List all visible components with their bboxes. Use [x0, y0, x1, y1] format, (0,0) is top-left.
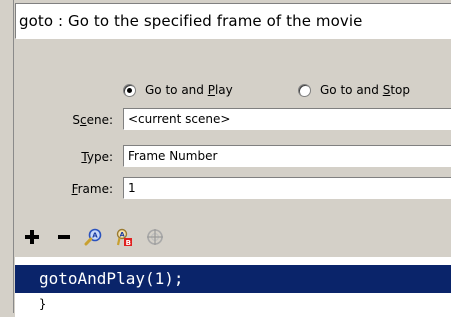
frame-field[interactable]: 1: [123, 177, 451, 199]
radio-selected-indicator: [123, 83, 136, 97]
scene-label: Scene:: [72, 113, 113, 127]
radio-go-to-and-stop[interactable]: Go to and Stop: [298, 80, 410, 100]
frame-label: Frame:: [71, 182, 113, 196]
radio-label: Go to and Play: [145, 83, 233, 97]
radio-go-to-and-play[interactable]: Go to and Play: [123, 80, 233, 100]
code-line[interactable]: }: [39, 297, 46, 311]
svg-text:B: B: [126, 239, 131, 246]
svg-text:A: A: [92, 232, 98, 240]
selected-code-line[interactable]: gotoAndPlay(1);: [15, 265, 451, 293]
type-field[interactable]: Frame Number: [123, 145, 451, 167]
svg-text:A: A: [120, 230, 125, 238]
plus-icon[interactable]: [24, 227, 40, 247]
panel-border: [13, 0, 14, 313]
target-icon[interactable]: [145, 227, 165, 247]
action-description: goto : Go to the specified frame of the …: [15, 3, 451, 39]
minus-icon[interactable]: [56, 227, 72, 247]
scene-field[interactable]: <current scene>: [123, 108, 451, 130]
script-pane[interactable]: gotoAndPlay(1); }: [15, 257, 451, 317]
find-icon[interactable]: A: [83, 227, 103, 247]
replace-icon[interactable]: A B: [114, 227, 134, 247]
actions-toolbar: A A B: [24, 226, 176, 248]
radio-unselected-indicator: [298, 83, 311, 97]
type-label: Type:: [81, 150, 113, 164]
radio-label: Go to and Stop: [320, 83, 411, 97]
